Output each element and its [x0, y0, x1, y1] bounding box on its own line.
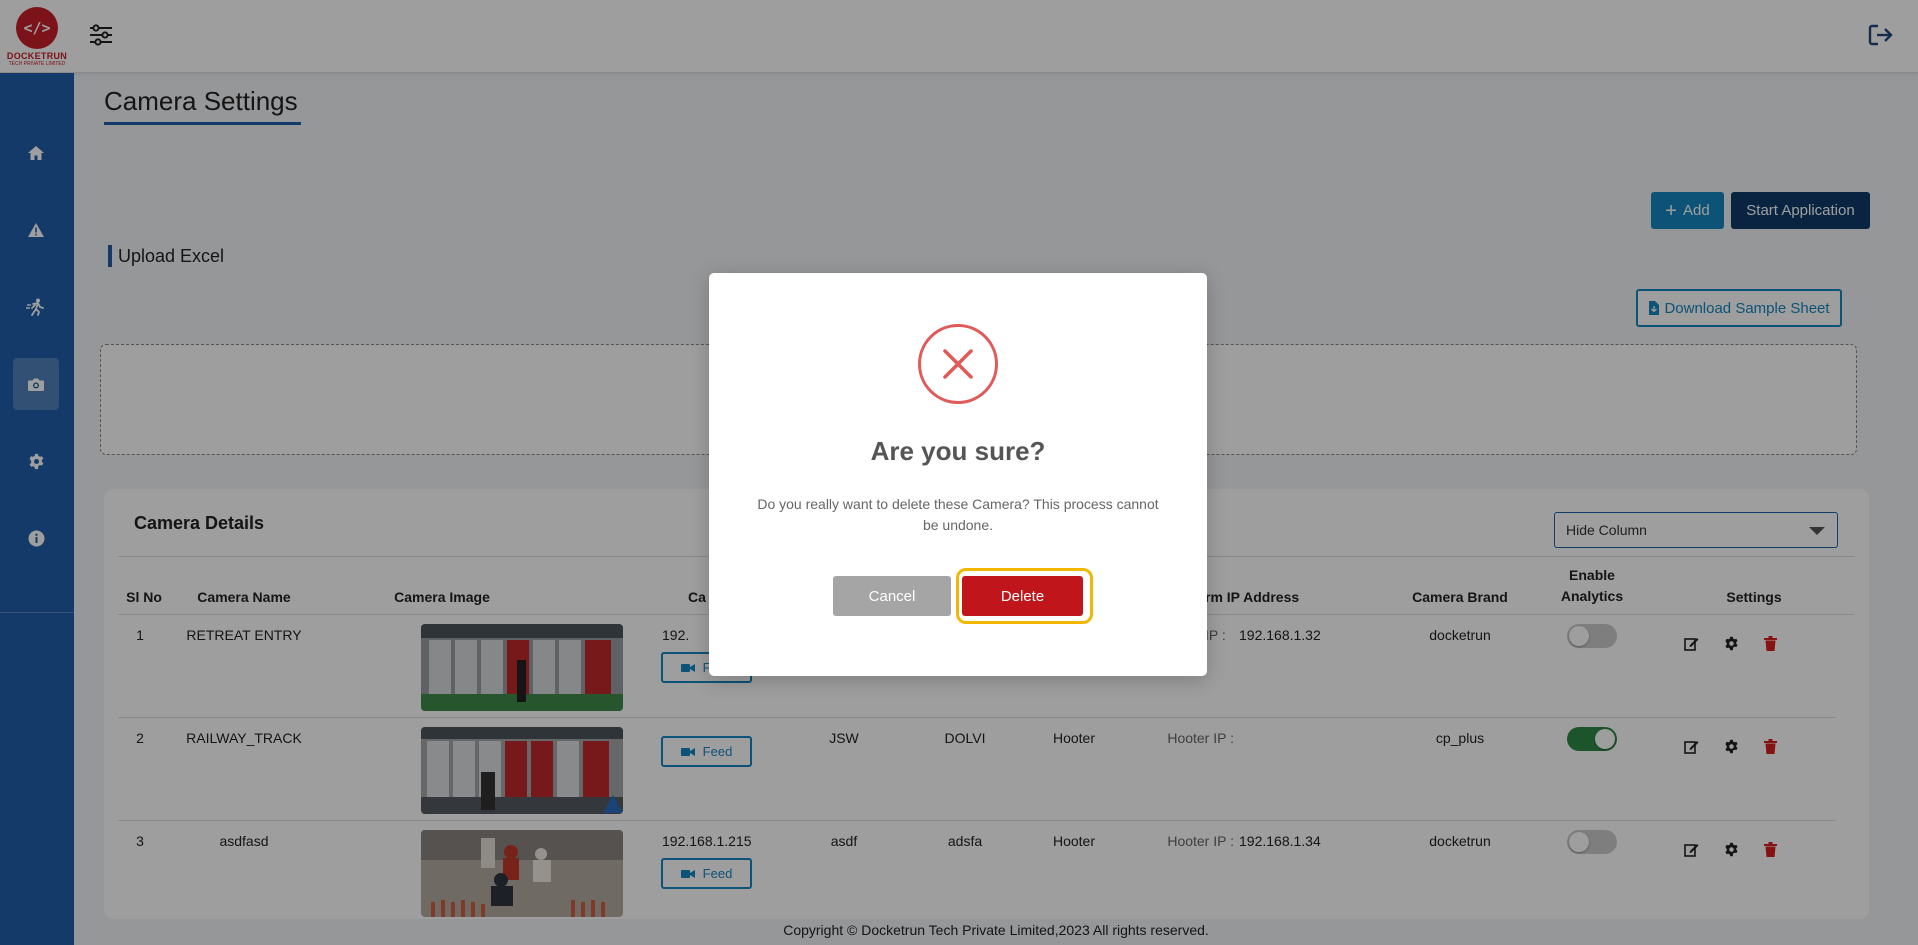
- delete-confirm-dialog: Are you sure? Do you really want to dele…: [709, 273, 1207, 676]
- error-x-icon: [918, 324, 998, 404]
- delete-button[interactable]: Delete: [962, 576, 1083, 616]
- dialog-message: Do you really want to delete these Camer…: [757, 496, 1159, 533]
- cancel-button[interactable]: Cancel: [833, 576, 951, 616]
- dialog-title: Are you sure?: [870, 436, 1046, 466]
